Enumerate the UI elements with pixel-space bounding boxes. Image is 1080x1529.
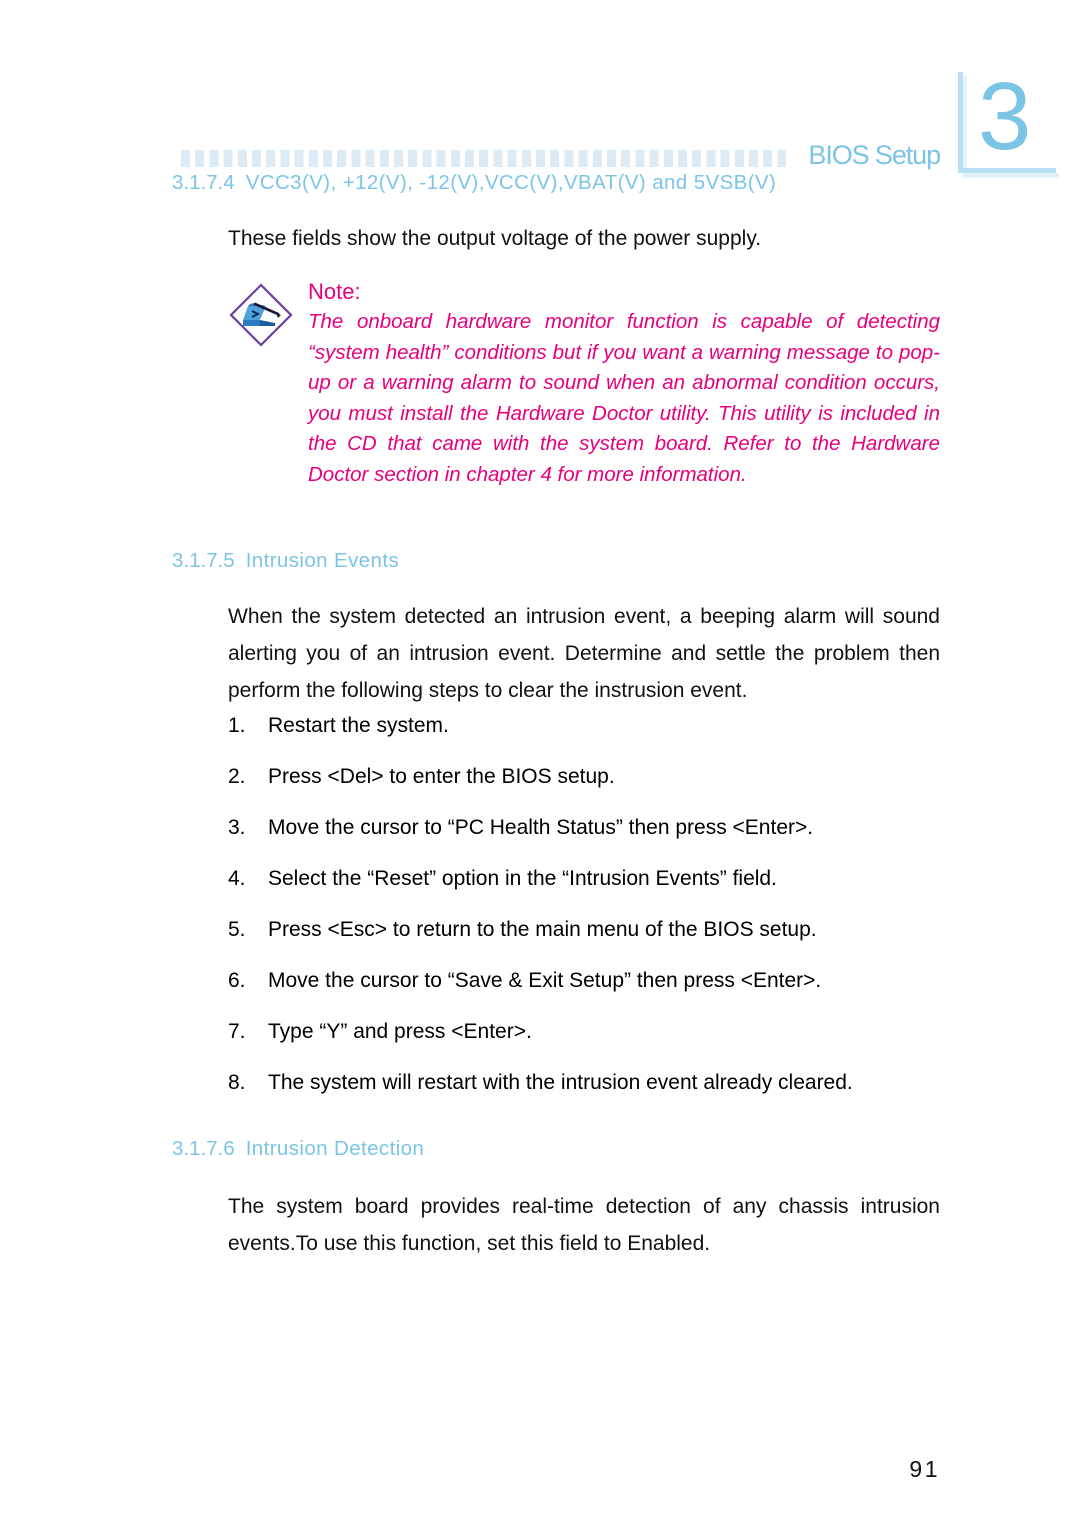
page-number: 91 <box>909 1456 940 1482</box>
list-item-text: Move the cursor to “Save & Exit Setup” t… <box>268 969 822 992</box>
section-heading-3-1-7-5: 3.1.7.5 Intrusion Events <box>172 549 399 573</box>
list-item-text: Type “Y” and press <Enter>. <box>268 1020 532 1043</box>
list-item-text: Press <Esc> to return to the main menu o… <box>268 918 817 941</box>
list-item-text: Press <Del> to enter the BIOS setup. <box>268 765 615 788</box>
list-item: 7. Type “Y” and press <Enter>. <box>228 1018 943 1069</box>
section-heading-3-1-7-4: 3.1.7.4 VCC3(V), +12(V), -12(V),VCC(V),VB… <box>172 171 776 195</box>
list-item-number: 3. <box>228 816 246 839</box>
running-header-title: BIOS Setup <box>808 140 941 170</box>
list-item-text: Restart the system. <box>268 714 449 737</box>
list-item: 5. Press <Esc> to return to the main men… <box>228 916 943 967</box>
list-item: 1. Restart the system. <box>228 712 943 763</box>
chapter-bracket-vertical <box>958 72 963 173</box>
section-number: 3.1.7.4 <box>172 171 235 194</box>
chapter-badge: 3 <box>952 63 1059 182</box>
section-number: 3.1.7.6 <box>172 1137 235 1160</box>
section-body-3-1-7-5: When the system detected an intrusion ev… <box>228 605 940 702</box>
list-item-number: 5. <box>228 918 246 941</box>
list-item-number: 7. <box>228 1020 246 1043</box>
note-text: The onboard hardware monitor function is… <box>308 310 940 486</box>
note-title: Note: <box>308 279 361 304</box>
section-heading-3-1-7-6: 3.1.7.6 Intrusion Detection <box>172 1137 424 1161</box>
list-item-number: 6. <box>228 969 246 992</box>
section-body-3-1-7-4: These fields show the output voltage of … <box>228 227 762 250</box>
list-item: 8. The system will restart with the intr… <box>228 1069 943 1120</box>
section-number: 3.1.7.5 <box>172 549 235 572</box>
list-item-number: 8. <box>228 1071 246 1094</box>
chapter-number: 3 <box>978 63 1032 170</box>
section-title: Intrusion Events <box>245 549 400 572</box>
chapter-bracket-vertical-shadow <box>963 76 967 177</box>
chapter-bracket-horizontal-shadow <box>963 173 1059 178</box>
list-item-number: 1. <box>228 714 246 737</box>
list-item-text: Select the “Reset” option in the “Intrus… <box>268 867 777 890</box>
list-item: 2. Press <Del> to enter the BIOS setup. <box>228 763 943 814</box>
note-body: Note: The onboard hardware monitor funct… <box>308 276 940 491</box>
manual-page: BIOS Setup 3 3.1.7.4 VCC3(V), +12(V), -12… <box>0 0 1080 1529</box>
page-header: BIOS Setup 3 <box>0 36 1080 178</box>
note-diamond-icon <box>228 282 294 348</box>
list-item-number: 4. <box>228 867 246 890</box>
list-item-text: The system will restart with the intrusi… <box>268 1071 853 1094</box>
section-title: Intrusion Detection <box>245 1137 425 1160</box>
step-list: 1. Restart the system. 2. Press <Del> to… <box>228 712 943 1120</box>
list-item: 3. Move the cursor to “PC Health Status”… <box>228 814 943 865</box>
section-title: VCC3(V), +12(V), -12(V),VCC(V),VBAT(V) a… <box>245 171 777 194</box>
list-item: 4. Select the “Reset” option in the “Int… <box>228 865 943 916</box>
list-item-text: Move the cursor to “PC Health Status” th… <box>268 816 814 839</box>
list-item-number: 2. <box>228 765 246 788</box>
list-item: 6. Move the cursor to “Save & Exit Setup… <box>228 967 943 1018</box>
section-body-3-1-7-6: The system board provides real-time dete… <box>228 1195 940 1255</box>
